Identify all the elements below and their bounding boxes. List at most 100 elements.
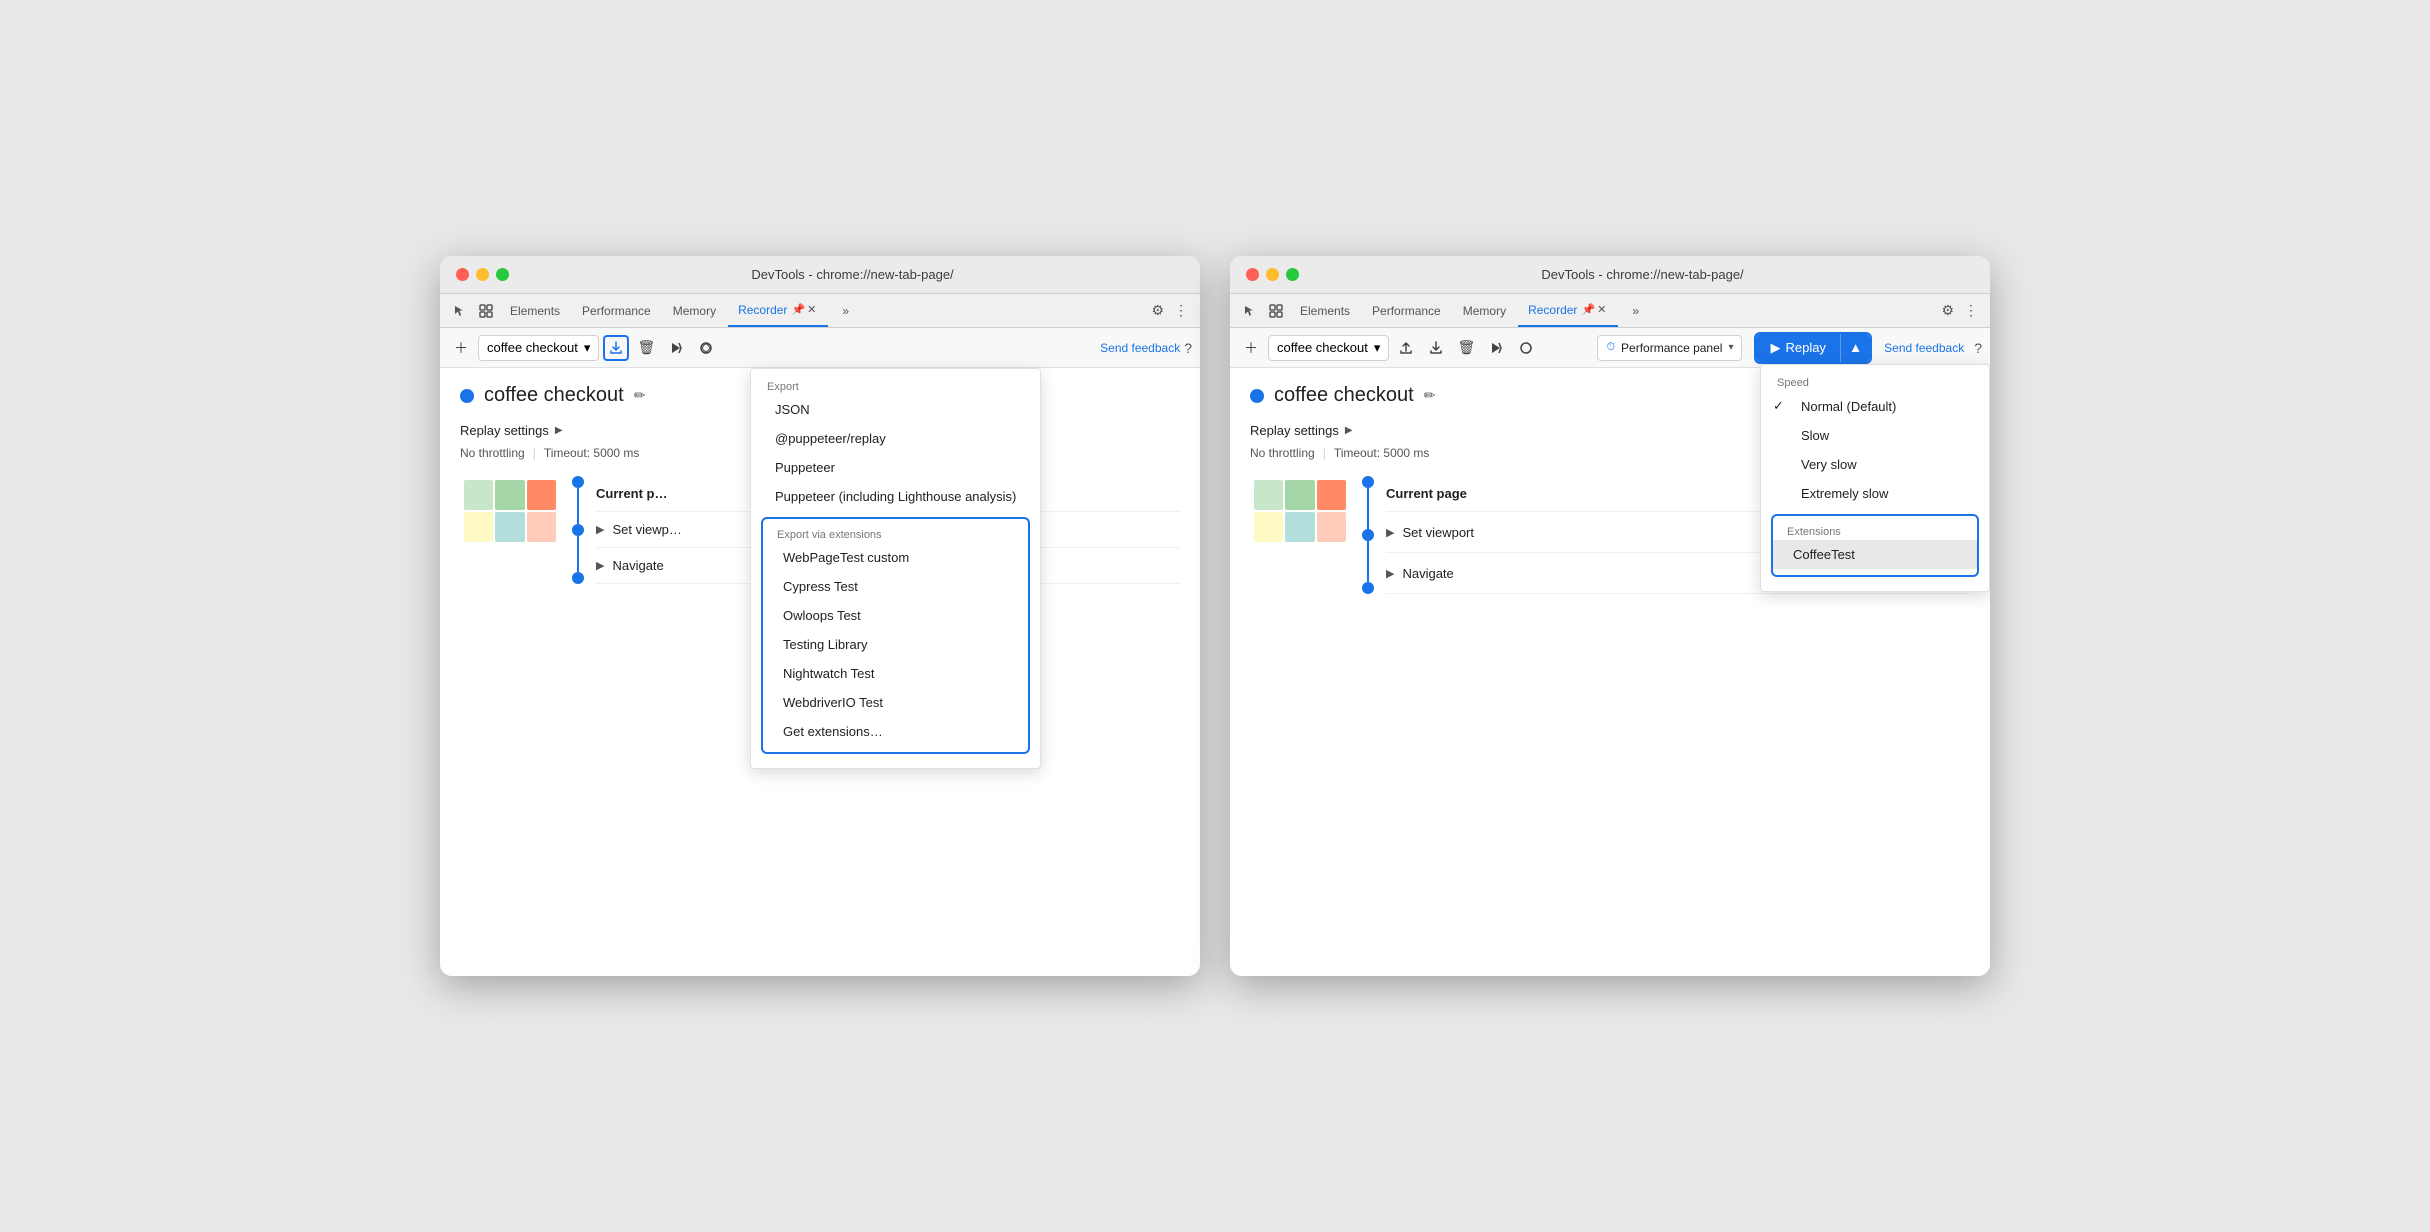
export-json[interactable]: JSON xyxy=(751,395,1040,424)
replay-main-button[interactable]: ▶ Replay xyxy=(1756,334,1839,362)
export-testing-library[interactable]: Testing Library xyxy=(763,630,1028,659)
recording-title-2: coffee checkout xyxy=(1274,384,1414,407)
replay-label: Replay xyxy=(1785,340,1825,355)
export-puppeteer[interactable]: Puppeteer xyxy=(751,453,1040,482)
settings-icon-1[interactable]: ⚙ xyxy=(1147,298,1168,323)
tab-memory-2[interactable]: Memory xyxy=(1453,294,1516,327)
send-feedback-link-2[interactable]: Send feedback xyxy=(1884,341,1964,355)
maximize-button-1[interactable] xyxy=(496,268,509,281)
edit-icon-2[interactable]: ✏ xyxy=(1424,387,1436,404)
recording-chevron-1: ▾ xyxy=(584,340,591,356)
tab-recorder-2[interactable]: Recorder 📌 ✕ xyxy=(1518,294,1618,327)
recording-chevron-2: ▾ xyxy=(1374,340,1381,356)
recording-name-1: coffee checkout xyxy=(487,340,578,355)
replay-settings-label-1[interactable]: Replay settings xyxy=(460,423,549,438)
tab-more-1[interactable]: » xyxy=(832,294,859,327)
upload-button-2[interactable] xyxy=(1393,335,1419,361)
recorder-pin-icon-2: 📌 xyxy=(1581,303,1595,316)
step-set-viewport-label-2: Set viewport xyxy=(1402,525,1474,540)
export-webdriverio[interactable]: WebdriverIO Test xyxy=(763,688,1028,717)
close-button-2[interactable] xyxy=(1246,268,1259,281)
replay-dropdown-button[interactable]: ▲ xyxy=(1840,334,1870,362)
speed-extensions-label: Extensions xyxy=(1773,522,1977,540)
window-controls-2 xyxy=(1246,268,1299,281)
window-title-2: DevTools - chrome://new-tab-page/ xyxy=(1311,267,1974,282)
more-options-icon-2[interactable]: ⋮ xyxy=(1960,298,1982,323)
export-nightwatch[interactable]: Nightwatch Test xyxy=(763,659,1028,688)
timeline-dot-end-1 xyxy=(572,572,584,584)
tab-recorder-close-1[interactable]: ✕ xyxy=(805,301,818,318)
timeline-line-seg-2 xyxy=(577,536,579,572)
close-button-1[interactable] xyxy=(456,268,469,281)
export-get-extensions[interactable]: Get extensions… xyxy=(763,717,1028,746)
tab-performance-1[interactable]: Performance xyxy=(572,294,661,327)
replay-settings-label-2[interactable]: Replay settings xyxy=(1250,423,1339,438)
timeline-dot-start-2 xyxy=(1362,476,1374,488)
tab-memory-1[interactable]: Memory xyxy=(663,294,726,327)
download-button-2[interactable] xyxy=(1423,335,1449,361)
inspect-icon-2[interactable] xyxy=(1264,299,1288,323)
add-recording-button-2[interactable]: ＋ xyxy=(1238,335,1264,361)
recording-select-1[interactable]: coffee checkout ▾ xyxy=(478,335,599,361)
export-via-extensions-label: Export via extensions xyxy=(763,525,1028,543)
step-navigate-label-1: Navigate xyxy=(612,558,663,573)
recording-select-2[interactable]: coffee checkout ▾ xyxy=(1268,335,1389,361)
window-controls-1 xyxy=(456,268,509,281)
cursor-icon[interactable] xyxy=(448,299,472,323)
speed-extremely-slow[interactable]: Extremely slow xyxy=(1761,479,1989,508)
devtools-window-1: DevTools - chrome://new-tab-page/ Elemen… xyxy=(440,256,1200,976)
timeline-dot-mid-2 xyxy=(1362,529,1374,541)
replay-button-1[interactable] xyxy=(663,335,689,361)
title-bar-2: DevTools - chrome://new-tab-page/ xyxy=(1230,256,1990,294)
window-title-1: DevTools - chrome://new-tab-page/ xyxy=(521,267,1184,282)
export-puppeteer-lighthouse[interactable]: Puppeteer (including Lighthouse analysis… xyxy=(751,482,1040,511)
help-icon-1[interactable]: ? xyxy=(1184,340,1192,356)
tab-recorder-close-2[interactable]: ✕ xyxy=(1595,301,1608,318)
timeline-line-seg-3 xyxy=(1367,488,1369,529)
minimize-button-2[interactable] xyxy=(1266,268,1279,281)
cursor-icon-2[interactable] xyxy=(1238,299,1262,323)
recorder-pin-icon: 📌 xyxy=(791,303,805,316)
screenshot-thumb-1 xyxy=(460,476,560,546)
tab-recorder-1[interactable]: Recorder 📌 ✕ xyxy=(728,294,828,327)
replay-dropdown-arrow: ▲ xyxy=(1849,340,1862,355)
recording-dot-1 xyxy=(460,389,474,403)
record-button-1[interactable] xyxy=(693,335,719,361)
devtools-tabs-2: Elements Performance Memory Recorder 📌 ✕… xyxy=(1230,294,1990,328)
screenshot-thumb-2 xyxy=(1250,476,1350,546)
export-webpagetest[interactable]: WebPageTest custom xyxy=(763,543,1028,572)
speed-normal[interactable]: ✓ Normal (Default) xyxy=(1761,391,1989,421)
tab-elements-1[interactable]: Elements xyxy=(500,294,570,327)
export-button-1[interactable] xyxy=(603,335,629,361)
recording-title-1: coffee checkout xyxy=(484,384,624,407)
step-current-page-label-1: Current p… xyxy=(596,486,668,501)
step-current-page-label-2: Current page xyxy=(1386,486,1467,501)
speed-cofeetest[interactable]: CoffeeTest xyxy=(1773,540,1977,569)
send-feedback-link-1[interactable]: Send feedback xyxy=(1100,341,1180,355)
add-recording-button-1[interactable]: ＋ xyxy=(448,335,474,361)
timeout-2: Timeout: 5000 ms xyxy=(1334,446,1430,460)
speed-label: Speed xyxy=(1761,373,1989,391)
edit-icon-1[interactable]: ✏ xyxy=(634,387,646,404)
speed-slow[interactable]: Slow xyxy=(1761,421,1989,450)
performance-panel-button[interactable]: ⏱ Performance panel ▾ xyxy=(1597,335,1742,361)
record-button-2[interactable] xyxy=(1513,335,1539,361)
inspect-icon[interactable] xyxy=(474,299,498,323)
export-puppeteer-replay[interactable]: @puppeteer/replay xyxy=(751,424,1040,453)
more-options-icon-1[interactable]: ⋮ xyxy=(1170,298,1192,323)
tab-performance-2[interactable]: Performance xyxy=(1362,294,1451,327)
speed-very-slow[interactable]: Very slow xyxy=(1761,450,1989,479)
maximize-button-2[interactable] xyxy=(1286,268,1299,281)
help-icon-2[interactable]: ? xyxy=(1974,340,1982,356)
tab-elements-2[interactable]: Elements xyxy=(1290,294,1360,327)
delete-button-1[interactable]: 🗑 xyxy=(633,335,659,361)
minimize-button-1[interactable] xyxy=(476,268,489,281)
replay-button-group: ▶ Replay ▲ xyxy=(1754,332,1872,364)
settings-icon-2[interactable]: ⚙ xyxy=(1937,298,1958,323)
export-cypress[interactable]: Cypress Test xyxy=(763,572,1028,601)
tab-more-2[interactable]: » xyxy=(1622,294,1649,327)
step-replay-button-2[interactable] xyxy=(1483,335,1509,361)
delete-button-2[interactable]: 🗑 xyxy=(1453,335,1479,361)
export-owloops[interactable]: Owloops Test xyxy=(763,601,1028,630)
perf-gauge-icon: ⏱ xyxy=(1606,341,1615,354)
